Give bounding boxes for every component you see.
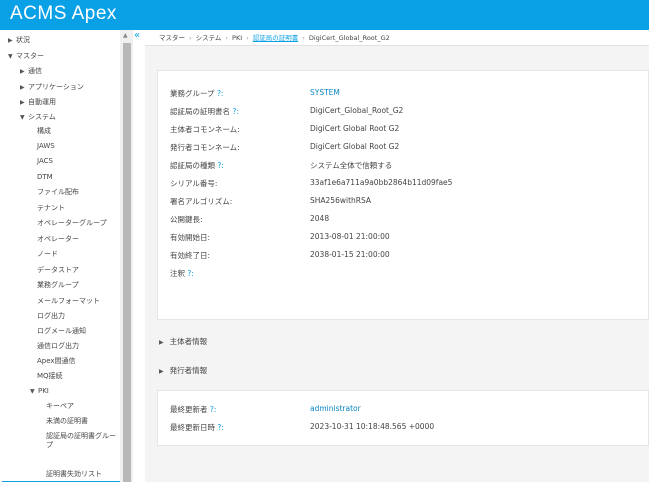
ca-type-label: 認証局の種類 <box>170 161 215 170</box>
issuer-info-label: 発行者情報 <box>169 366 208 375</box>
valid-from-value: 2013-08-01 21:00:00 <box>310 232 390 241</box>
sidebar-item-dtm[interactable]: DTM <box>37 173 53 182</box>
key-length-label: 公開鍵長: <box>170 215 203 224</box>
business-group-label: 業務グループ <box>170 89 215 98</box>
chevron-right-icon: ▶ <box>20 84 25 91</box>
signature-alg-label: 署名アルゴリズム: <box>170 197 233 206</box>
chevron-down-icon: ▼ <box>20 114 25 121</box>
audit-info-panel: 最終更新者 ?: administrator 最終更新日時 ?: 2023-10… <box>157 390 649 446</box>
sidebar-item-ca-cert-group[interactable]: 認証局の証明書グループ <box>46 432 120 450</box>
issuer-cn-value: DigiCert Global Root G2 <box>310 142 400 151</box>
subject-cn-label: 主体者コモンネーム: <box>170 125 240 134</box>
sidebar-item-log-mail-notify[interactable]: ログメール通知 <box>37 327 86 336</box>
chevron-right-icon: ▶ <box>159 339 164 346</box>
sidebar-item-ca-certs[interactable]: 認証局の証明書 <box>46 454 95 463</box>
sidebar-item-operator[interactable]: オペレーター <box>37 235 79 244</box>
main-content: マスター › システム › PKI › 認証局の証明書 › DigiCert_Global_Ro… <box>145 30 649 482</box>
breadcrumb-separator: › <box>225 34 229 42</box>
sidebar-item-status[interactable]: ▶ 状況 <box>8 36 30 45</box>
sidebar-item-node[interactable]: ノード <box>37 250 58 259</box>
collapse-sidebar-icon[interactable]: « <box>134 30 140 41</box>
subject-info-label: 主体者情報 <box>169 337 208 346</box>
updater-label: 最終更新者 <box>170 405 208 414</box>
issuer-cn-label: 発行者コモンネーム: <box>170 143 240 152</box>
sidebar-item-jaws[interactable]: JAWS <box>37 142 55 151</box>
sidebar-item-operator-group[interactable]: オペレーターグループ <box>37 219 107 228</box>
sidebar-item-crl[interactable]: 証明書失効リスト <box>46 470 102 479</box>
help-icon[interactable]: ?: <box>210 405 217 414</box>
sidebar-item-log-output[interactable]: ログ出力 <box>37 312 65 321</box>
chevron-right-icon: ▶ <box>8 37 13 44</box>
valid-from-label: 有効開始日: <box>170 233 211 242</box>
chevron-down-icon: ▼ <box>30 388 35 395</box>
breadcrumb-separator: › <box>246 34 249 42</box>
sidebar-item-system[interactable]: ▼ システム <box>20 113 56 122</box>
breadcrumb-current: DigiCert_Global_Root_G2 <box>308 34 390 42</box>
ca-type-value: システム全体で信頼する <box>310 161 393 170</box>
note-label: 注釈 <box>170 269 185 278</box>
breadcrumb-separator: › <box>189 34 192 42</box>
cert-name-value: DigiCert_Global_Root_G2 <box>310 106 404 115</box>
sidebar-item-datastore[interactable]: データストア <box>37 266 79 275</box>
scroll-up-arrow-icon[interactable]: ▲ <box>123 32 128 39</box>
sidebar-item-keypair[interactable]: キーペア <box>46 402 74 411</box>
chevron-down-icon: ▼ <box>8 53 13 60</box>
breadcrumb-item-master[interactable]: マスター <box>159 34 185 42</box>
cert-name-label: 認証局の証明書名 <box>170 107 230 116</box>
help-icon[interactable]: ?: <box>217 423 224 432</box>
updater-value[interactable]: administrator <box>310 404 361 413</box>
help-icon[interactable]: ?: <box>187 269 194 278</box>
help-icon[interactable]: ?: <box>217 89 224 98</box>
breadcrumb: マスター › システム › PKI › 認証局の証明書 › DigiCert_Global_Ro… <box>145 30 649 46</box>
sidebar-item-master[interactable]: ▼ マスター <box>8 52 44 61</box>
sidebar-item-application[interactable]: ▶ アプリケーション <box>20 83 84 92</box>
sidebar-item-business-group[interactable]: 業務グループ <box>37 281 79 290</box>
sidebar-item-apex-comm[interactable]: Apex間通信 <box>37 357 76 366</box>
business-group-value[interactable]: SYSTEM <box>310 88 340 97</box>
chevron-right-icon: ▶ <box>20 68 25 75</box>
valid-to-value: 2038-01-15 21:00:00 <box>310 250 390 259</box>
breadcrumb-item-pki[interactable]: PKI <box>232 34 242 42</box>
subject-cn-value: DigiCert Global Root G2 <box>310 124 400 133</box>
signature-alg-value: SHA256withRSA <box>310 196 371 205</box>
sidebar-item-mq-connection[interactable]: MQ接続 <box>37 372 63 381</box>
sidebar-item-pki[interactable]: ▼ PKI <box>30 387 49 396</box>
sidebar-nav: ▶ 状況 ▼ マスター ▶ 通信 ▶ アプリケーション ▶ 自動運用 ▼ システム 構成 J… <box>0 30 120 482</box>
chevron-right-icon: ▶ <box>20 99 25 106</box>
help-icon[interactable]: ?: <box>217 161 224 170</box>
serial-label: シリアル番号: <box>170 179 218 188</box>
chevron-right-icon: ▶ <box>159 368 164 375</box>
key-length-value: 2048 <box>310 214 330 223</box>
sidebar-item-jacs[interactable]: JACS <box>37 157 53 166</box>
valid-to-label: 有効終了日: <box>170 251 211 260</box>
top-bar: ACMS Apex <box>0 0 649 30</box>
sidebar-item-mail-format[interactable]: メールフォーマット <box>37 297 100 306</box>
sidebar-item-configuration[interactable]: 構成 <box>37 127 51 136</box>
scrollbar-thumb[interactable] <box>123 43 131 482</box>
app-logo: ACMS Apex <box>10 3 117 24</box>
updated-value: 2023-10-31 10:18:48.565 +0000 <box>310 422 435 431</box>
sidebar-scrollbar[interactable]: ▲ <box>120 30 133 482</box>
sidebar-item-tenant[interactable]: テナント <box>37 204 65 213</box>
sidebar-item-file-distribution[interactable]: ファイル配布 <box>37 188 79 197</box>
subject-info-toggle[interactable]: ▶ 主体者情報 <box>159 336 207 347</box>
serial-value: 33af1e6a711a9a0bb2864b11d09fae5 <box>310 178 453 187</box>
certificate-details-panel: 業務グループ ?: SYSTEM 認証局の証明書名 ?: DigiCert_Gl… <box>157 70 649 320</box>
breadcrumb-item-system[interactable]: システム <box>196 34 222 42</box>
sidebar-item-automation[interactable]: ▶ 自動運用 <box>20 98 56 107</box>
issuer-info-toggle[interactable]: ▶ 発行者情報 <box>159 365 207 376</box>
sidebar-item-communication[interactable]: ▶ 通信 <box>20 67 42 76</box>
updated-label: 最終更新日時 <box>170 423 215 432</box>
sidebar-item-pending-certs[interactable]: 未満の証明書 <box>46 417 88 426</box>
breadcrumb-item-ca-certs[interactable]: 認証局の証明書 <box>253 34 299 42</box>
sidebar-item-comm-log-output[interactable]: 通信ログ出力 <box>37 342 79 351</box>
help-icon[interactable]: ?: <box>232 107 239 116</box>
breadcrumb-separator: › <box>302 34 305 42</box>
